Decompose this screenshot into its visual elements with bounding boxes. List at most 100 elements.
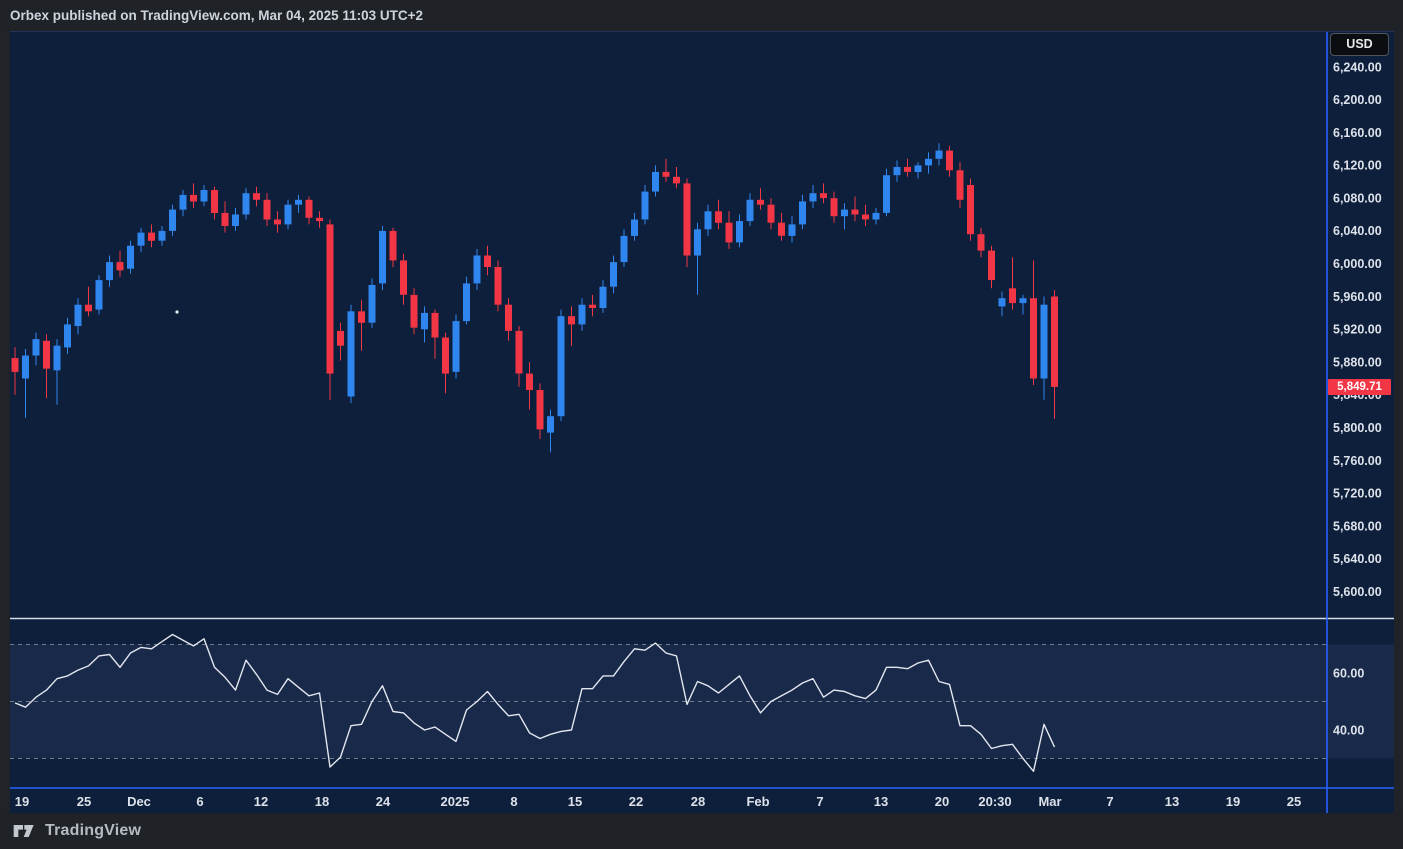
time-tick-label: Feb: [746, 794, 769, 809]
time-tick-label: 7: [1106, 794, 1113, 809]
candle-body: [652, 172, 659, 192]
candle-body: [222, 213, 229, 226]
candle-body: [852, 210, 859, 215]
chart-panel: 6,240.006,200.006,160.006,120.006,080.00…: [10, 31, 1394, 813]
candle-body: [12, 358, 19, 372]
candle-body: [316, 218, 323, 221]
time-tick-label: 18: [315, 794, 329, 809]
candle-body: [348, 311, 355, 396]
candle-body: [253, 193, 260, 200]
candle-body: [43, 341, 50, 369]
tradingview-logo-icon[interactable]: [13, 821, 37, 841]
candle-body: [337, 331, 344, 346]
price-tick-label: 6,120.00: [1333, 159, 1382, 173]
candle-body: [295, 200, 302, 205]
candle-body: [432, 313, 439, 338]
candle-body: [757, 200, 764, 205]
candle-body: [411, 295, 418, 328]
candle-body: [64, 324, 71, 347]
time-axis[interactable]: 1925Dec612182420258152228Feb7132020:30Ma…: [15, 794, 1301, 809]
price-tick-label: 5,880.00: [1333, 355, 1382, 369]
price-tick-label: 5,760.00: [1333, 454, 1382, 468]
candle-body: [568, 316, 575, 324]
candle-body: [211, 190, 218, 213]
candle-body: [1051, 297, 1058, 387]
candle-body: [810, 193, 817, 201]
time-tick-label: 24: [376, 794, 391, 809]
time-tick-label: 19: [1226, 794, 1240, 809]
candle-body: [925, 159, 932, 166]
candle-body: [988, 251, 995, 281]
price-chart-canvas[interactable]: 6,240.006,200.006,160.006,120.006,080.00…: [10, 32, 1394, 814]
candle-body: [148, 233, 155, 241]
candle-body: [400, 260, 407, 294]
candle-body: [1020, 298, 1027, 303]
candle-body: [726, 223, 733, 243]
time-tick-label: 28: [691, 794, 705, 809]
price-tick-label: 6,200.00: [1333, 93, 1382, 107]
candle-body: [463, 283, 470, 321]
candle-body: [799, 201, 806, 224]
candle-body: [232, 215, 239, 227]
price-tick-label: 5,960.00: [1333, 290, 1382, 304]
candle-body: [778, 223, 785, 236]
candle-body: [516, 331, 523, 374]
price-tick-label: 5,920.00: [1333, 323, 1382, 337]
candle-body: [54, 346, 61, 371]
price-axis[interactable]: 6,240.006,200.006,160.006,120.006,080.00…: [1333, 60, 1382, 599]
published-chart-page: Orbex published on TradingView.com, Mar …: [0, 0, 1403, 849]
time-tick-label: 22: [629, 794, 643, 809]
candle-body: [978, 234, 985, 250]
time-tick-label: Dec: [127, 794, 151, 809]
candle-body: [85, 305, 92, 312]
candle-body: [673, 177, 680, 184]
time-tick-label: 2025: [441, 794, 470, 809]
candle-body: [873, 213, 880, 220]
candle-body: [547, 416, 554, 432]
candle-body: [600, 287, 607, 308]
candle-body: [159, 231, 166, 241]
price-tick-label: 5,680.00: [1333, 519, 1382, 533]
candle-body: [474, 256, 481, 284]
candle-body: [201, 190, 208, 202]
candle-body: [33, 339, 40, 355]
price-tick-label: 6,160.00: [1333, 126, 1382, 140]
candle-body: [190, 195, 197, 202]
footer-bar: TradingView: [0, 813, 1403, 849]
candle-body: [589, 305, 596, 308]
candle-body: [484, 256, 491, 268]
time-tick-label: 7: [816, 794, 823, 809]
candle-body: [915, 165, 922, 172]
candle-body: [705, 211, 712, 229]
last-price-label: 5,849.71: [1328, 379, 1391, 395]
candle-body: [22, 356, 29, 379]
candle-body: [831, 198, 838, 216]
price-tick-label: 6,240.00: [1333, 60, 1382, 74]
candle-body: [694, 229, 701, 255]
time-tick-label: 25: [1287, 794, 1301, 809]
candle-body: [820, 193, 827, 198]
candle-body: [453, 321, 460, 372]
candle-body: [106, 262, 113, 280]
candle-body: [537, 390, 544, 429]
candle-body: [736, 221, 743, 242]
candle-body: [621, 236, 628, 262]
candles-layer: [12, 143, 1059, 452]
candle-body: [495, 267, 502, 305]
candle-body: [862, 215, 869, 220]
candle-body: [967, 185, 974, 234]
candle-body: [138, 233, 145, 246]
currency-button[interactable]: USD: [1330, 33, 1389, 56]
candle-body: [768, 205, 775, 223]
candle-body: [180, 195, 187, 210]
candle-body: [274, 220, 281, 225]
time-tick-label: 20: [935, 794, 949, 809]
brand-text[interactable]: TradingView: [45, 822, 141, 840]
candle-body: [243, 193, 250, 214]
time-tick-label: Mar: [1038, 794, 1061, 809]
candle-body: [883, 175, 890, 213]
time-tick-label: 20:30: [978, 794, 1011, 809]
time-tick-label: 13: [874, 794, 888, 809]
candle-body: [642, 192, 649, 220]
publish-caption-bar: Orbex published on TradingView.com, Mar …: [0, 0, 1403, 31]
